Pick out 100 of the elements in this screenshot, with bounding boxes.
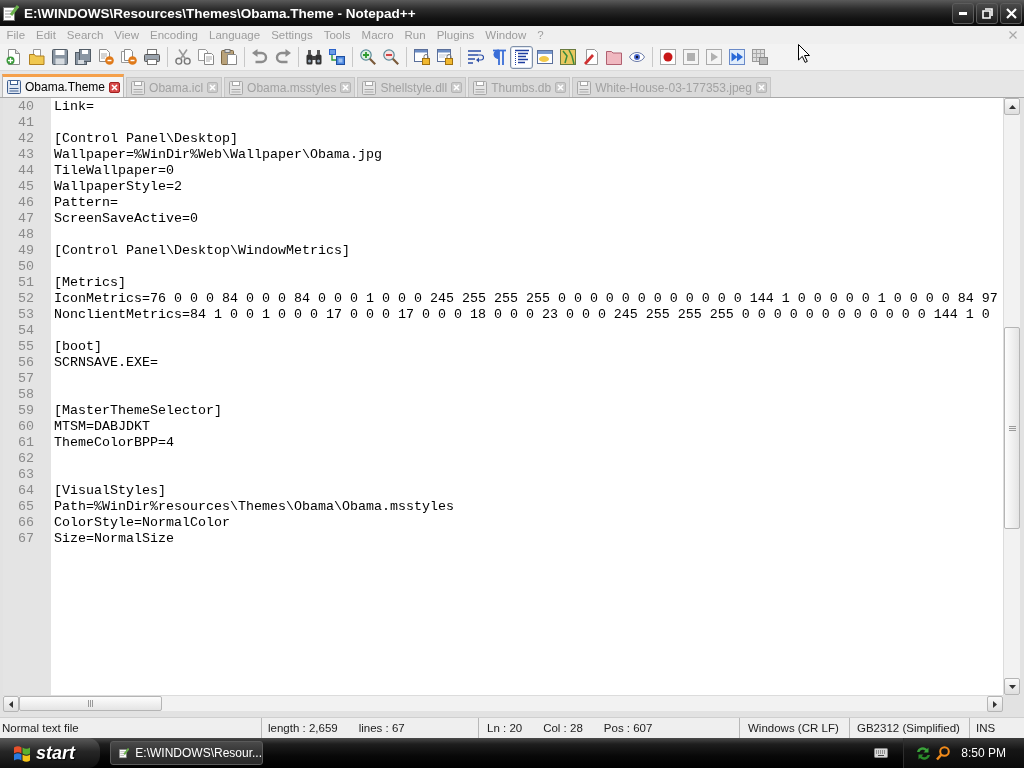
line-number: 58 [18, 386, 34, 402]
line-number: 54 [18, 322, 34, 338]
code-line: ScreenSaveActive=0 [54, 210, 198, 226]
line-number: 41 [18, 114, 34, 130]
document-minus-icon [97, 49, 114, 65]
toolbar-button[interactable] [510, 45, 533, 69]
menu-item[interactable]: Plugins [431, 27, 480, 43]
menu-item[interactable]: Run [399, 27, 432, 43]
magnifier-plus-icon [359, 49, 376, 65]
map-icon [559, 49, 576, 65]
scroll-left-button[interactable] [3, 696, 19, 712]
line-number: 64 [18, 482, 34, 498]
start-button[interactable]: start [0, 738, 100, 768]
code-line: [VisualStyles] [54, 482, 166, 498]
menu-item[interactable]: Window [479, 27, 532, 43]
status-text: Ln : 20 [487, 722, 523, 734]
status-text: Windows (CR LF) [748, 722, 839, 734]
up-arrow-icon [1008, 104, 1016, 109]
status-text: Col : 28 [543, 722, 583, 734]
clipboard-icon [220, 49, 237, 65]
line-number: 60 [18, 418, 34, 434]
menu-item[interactable]: Tools [318, 27, 357, 43]
folder-icon [605, 49, 622, 65]
close-icon[interactable] [109, 81, 121, 93]
menu-item[interactable]: Language [203, 27, 266, 43]
printer-icon [143, 49, 160, 65]
notepad-icon [119, 745, 130, 761]
line-number: 52 [18, 290, 34, 306]
code-line: ThemeColorBPP=4 [54, 434, 174, 450]
scroll-right-button[interactable] [987, 696, 1003, 712]
status-text: INS [976, 722, 996, 734]
line-number: 65 [18, 498, 34, 514]
keyboard-icon[interactable] [874, 748, 889, 758]
line-number: 40 [18, 98, 34, 114]
line-number: 43 [18, 146, 34, 162]
scrollbar-thumb[interactable] [1004, 327, 1020, 529]
code-line: NonclientMetrics=84 1 0 0 1 0 0 0 17 0 0 0 17 0 0 0 18 0 0 0 23 0 0 0 245 255 255 255 0 0 0 0 0 0 0 0 0 0 0 0 144 1 0 [54, 306, 990, 322]
code-line: SCRNSAVE.EXE= [54, 354, 158, 370]
window-icon [536, 49, 553, 65]
menu-item[interactable]: Encoding [144, 27, 204, 43]
menu-item[interactable]: File [1, 27, 31, 43]
grip-icon [88, 700, 93, 707]
scroll-down-button[interactable] [1004, 678, 1020, 695]
window-lock-icon [436, 49, 453, 65]
flag-icon [13, 744, 31, 762]
line-number: 67 [18, 530, 34, 546]
notepad-icon [3, 5, 19, 21]
taskbar-button[interactable]: E:\WINDOWS\Resour... [110, 741, 263, 765]
line-number: 57 [18, 370, 34, 386]
code-line: Pattern= [54, 194, 118, 210]
line-number: 62 [18, 450, 34, 466]
right-arrow-icon [993, 700, 997, 708]
floppy-disks-icon [74, 49, 91, 65]
scissors-icon [174, 49, 191, 65]
stop-icon [682, 49, 699, 65]
line-number: 59 [18, 402, 34, 418]
restore-button[interactable] [976, 2, 998, 24]
grip-icon [1008, 425, 1016, 431]
open-folder-icon [28, 49, 45, 65]
close-button[interactable] [1000, 2, 1022, 24]
scrollbar-thumb[interactable] [19, 696, 162, 711]
code-line: TileWallpaper=0 [54, 162, 174, 178]
code-line: IconMetrics=76 0 0 0 84 0 0 0 84 0 0 0 1 0 0 0 245 255 255 255 0 0 0 0 0 0 0 0 0 0 0 0 144 1 0 0 0 0 0 1 0 0 0 0 84 97 [54, 290, 998, 306]
menu-item[interactable]: Edit [30, 27, 62, 43]
window-lock-icon [413, 49, 430, 65]
pilcrow-icon [490, 49, 507, 65]
line-number: 45 [18, 178, 34, 194]
line-number: 51 [18, 274, 34, 290]
horizontal-scrollbar[interactable] [3, 695, 1003, 711]
line-number: 50 [18, 258, 34, 274]
menu-item[interactable]: ? [531, 27, 550, 43]
menu-item[interactable]: Search [61, 27, 109, 43]
restore-icon [981, 7, 993, 19]
window-title: E:\WINDOWS\Resources\Themes\Obama.Theme - Notepad++ [24, 5, 416, 21]
code-line: Size=NormalSize [54, 530, 174, 546]
line-number: 42 [18, 130, 34, 146]
line-number: 56 [18, 354, 34, 370]
status-text: length : 2,659 [268, 722, 338, 734]
menu-item[interactable]: Macro [356, 27, 400, 43]
line-number: 61 [18, 434, 34, 450]
vertical-scrollbar[interactable] [1003, 98, 1020, 695]
code-line: Link= [54, 98, 94, 114]
play-icon [705, 49, 722, 65]
line-number: 66 [18, 514, 34, 530]
minimize-icon [959, 11, 967, 15]
scroll-up-button[interactable] [1004, 98, 1020, 115]
down-arrow-icon [1008, 684, 1016, 689]
menu-item[interactable]: View [108, 27, 145, 43]
code-line: Wallpaper=%WinDir%Web\Wallpaper\Obama.jpg [54, 146, 382, 162]
tab[interactable]: Obama.Theme [2, 74, 125, 97]
status-text: Pos : 607 [603, 722, 653, 734]
code-line: Path=%WinDir%resources\Themes\Obama\Obama.msstyles [54, 498, 454, 514]
menu-item[interactable]: Settings [265, 27, 319, 43]
code-line: [Metrics] [54, 274, 126, 290]
minimize-button[interactable] [952, 2, 974, 24]
circular-arrows-icon[interactable] [916, 745, 932, 761]
code-line: [Control Panel\Desktop] [54, 130, 238, 146]
magnifier-icon[interactable] [936, 745, 951, 761]
line-number: 55 [18, 338, 34, 354]
undo-icon [251, 49, 268, 65]
